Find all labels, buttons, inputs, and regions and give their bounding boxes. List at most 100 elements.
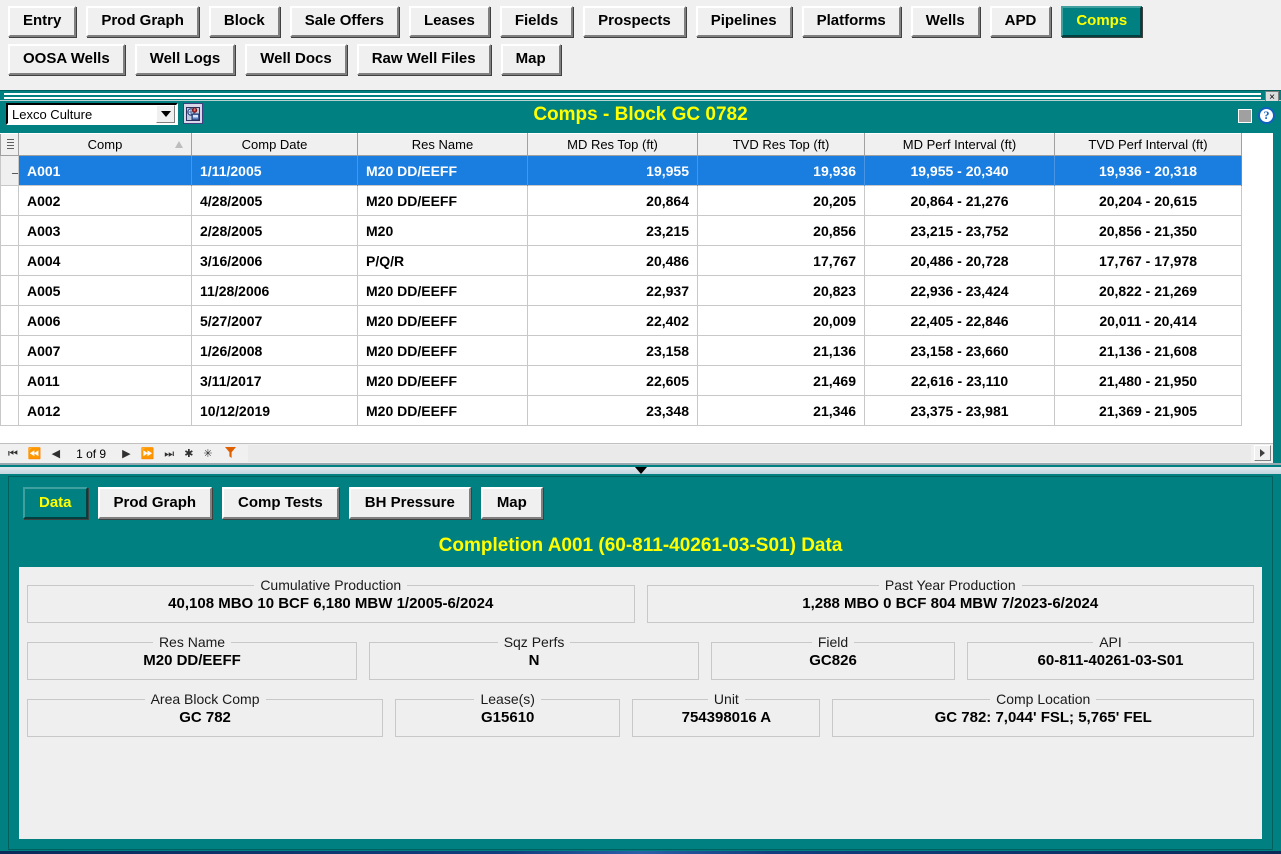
row-marker[interactable] (0, 305, 19, 336)
grid-column-header-res-name[interactable]: Res Name (357, 133, 528, 156)
cell-md-res-top: 23,158 (527, 335, 698, 366)
nav-button-well-docs[interactable]: Well Docs (245, 43, 347, 75)
field-value: M20 DD/EEFF (143, 652, 241, 669)
field-label: Sqz Perfs (503, 634, 565, 650)
tab-label: Map (496, 494, 527, 511)
cell-res-name: M20 DD/EEFF (357, 305, 528, 336)
table-row[interactable]: A007 1/26/2008 M20 DD/EEFF 23,158 21,136 23,1… (0, 335, 1242, 366)
prev-record-icon[interactable]: ◀ (48, 445, 64, 463)
nav-button-prospects[interactable]: Prospects (583, 6, 686, 37)
cell-res-name: M20 DD/EEFF (357, 155, 528, 186)
cell-res-name: M20 DD/EEFF (357, 275, 528, 306)
cell-comp-date: 10/12/2019 (191, 395, 358, 426)
add-record-icon[interactable]: ✱ (180, 445, 197, 463)
first-record-icon[interactable]: ⏮ (4, 445, 22, 463)
completion-detail-panel: Data Prod Graph Comp Tests BH Pressure Map C… (8, 476, 1273, 850)
nav-button-oosa-wells[interactable]: OOSA Wells (8, 43, 125, 75)
table-row[interactable]: A012 10/12/2019 M20 DD/EEFF 23,348 21,346 23,… (0, 395, 1242, 426)
toolbar-button-label: Prospects (598, 12, 671, 29)
row-marker[interactable] (0, 335, 19, 366)
title-bar-rib-line-1 (4, 93, 1261, 95)
table-row[interactable]: A011 3/11/2017 M20 DD/EEFF 22,605 21,469 22,6… (0, 365, 1242, 396)
nav-button-wells[interactable]: Wells (910, 6, 980, 37)
row-marker[interactable] (0, 245, 19, 276)
tab-data[interactable]: Data (23, 487, 88, 519)
table-row[interactable]: →A0011/11/2005M20 DD/EEFF19,95519,93619,… (0, 155, 1242, 186)
grid-column-header-label: TVD Res Top (ft) (732, 137, 830, 152)
nav-button-platforms[interactable]: Platforms (801, 6, 901, 37)
grid-select-all-header[interactable] (0, 133, 19, 156)
nav-button-raw-well-files[interactable]: Raw Well Files (356, 43, 491, 75)
row-marker[interactable] (0, 275, 19, 306)
cell-tvd-res-top: 20,205 (697, 185, 865, 216)
grid-body: →A0011/11/2005M20 DD/EEFF19,95519,93619,… (0, 155, 1242, 426)
nav-button-leases[interactable]: Leases (408, 6, 490, 37)
table-row[interactable]: A005 11/28/2006 M20 DD/EEFF 22,937 20,823 22,… (0, 275, 1242, 306)
nav-button-sale-offers[interactable]: Sale Offers (289, 6, 399, 37)
detail-field-row-3: Area Block Comp GC 782 Lease(s) G15610 Unit 7… (27, 691, 1254, 737)
field-label: Past Year Production (884, 577, 1016, 593)
grid-column-header-label: MD Res Top (ft) (567, 137, 658, 152)
table-row[interactable]: A002 4/28/2005 M20 DD/EEFF 20,864 20,205 20,8… (0, 185, 1242, 216)
cell-comp-date: 3/11/2017 (191, 365, 358, 396)
panel-splitter[interactable] (0, 463, 1281, 476)
add-record-alt-icon[interactable]: ✳ (199, 445, 216, 463)
cell-res-name: M20 DD/EEFF (357, 335, 528, 366)
horizontal-scrollbar-track[interactable] (248, 445, 1251, 462)
nav-button-block[interactable]: Block (208, 6, 280, 37)
cell-md-res-top: 20,486 (527, 245, 698, 276)
help-icon[interactable]: ? (1258, 107, 1275, 124)
row-marker[interactable] (0, 365, 19, 396)
filter-icon[interactable] (219, 446, 242, 462)
tab-map[interactable]: Map (480, 487, 543, 519)
grid-column-header-md-perf-interval-ft-[interactable]: MD Perf Interval (ft) (864, 133, 1055, 156)
nav-button-apd[interactable]: APD (989, 6, 1052, 37)
cell-tvd-res-top: 19,936 (697, 155, 865, 186)
next-page-icon[interactable]: ⏩ (137, 445, 159, 463)
tab-label: Comp Tests (238, 494, 323, 511)
nav-button-map[interactable]: Map (500, 43, 561, 75)
cell-comp: A012 (18, 395, 192, 426)
cell-md-res-top: 23,215 (527, 215, 698, 246)
nav-button-comps[interactable]: Comps (1061, 6, 1143, 37)
cell-comp: A005 (18, 275, 192, 306)
window-header: Lexco Culture ? Comps - Block GC 0782 ? (0, 101, 1281, 133)
grid-column-header-comp[interactable]: Comp (18, 133, 192, 156)
cell-md-perf-interval: 19,955 - 20,340 (864, 155, 1055, 186)
cell-md-res-top: 20,864 (527, 185, 698, 216)
last-record-icon[interactable]: ⏭ (160, 445, 178, 463)
row-marker[interactable] (0, 185, 19, 216)
cell-res-name: M20 DD/EEFF (357, 185, 528, 216)
chevron-down-icon-splitter[interactable] (634, 467, 647, 474)
row-marker[interactable]: → (0, 155, 19, 186)
grid-column-header-comp-date[interactable]: Comp Date (191, 133, 358, 156)
toolbar-button-label: Entry (23, 12, 62, 29)
tab-comp-tests[interactable]: Comp Tests (222, 487, 339, 519)
nav-button-entry[interactable]: Entry (8, 6, 77, 37)
prev-page-icon[interactable]: ⏪ (24, 445, 46, 463)
nav-button-pipelines[interactable]: Pipelines (695, 6, 792, 37)
nav-button-well-logs[interactable]: Well Logs (134, 43, 236, 75)
table-row[interactable]: A006 5/27/2007 M20 DD/EEFF 22,402 20,009 22,4… (0, 305, 1242, 336)
scroll-left-button[interactable] (1254, 445, 1271, 461)
next-record-icon[interactable]: ▶ (118, 445, 134, 463)
field-comp-location: Comp Location GC 782: 7,044' FSL; 5,765' … (832, 691, 1254, 737)
toolbar-button-label: APD (1004, 12, 1037, 29)
field-cumulative-production: Cumulative Production 40,108 MBO 10 BCF 6… (27, 577, 635, 623)
table-row[interactable]: A004 3/16/2006 P/Q/R 20,486 17,767 20,486 - 2… (0, 245, 1242, 276)
record-position-label: 1 of 9 (76, 446, 107, 461)
nav-button-prod-graph[interactable]: Prod Graph (86, 6, 199, 37)
detail-field-row-2: Res Name M20 DD/EEFF Sqz Perfs N Field GC826 A… (27, 634, 1254, 680)
table-row[interactable]: A003 2/28/2005 M20 23,215 20,856 23,215 - 23,… (0, 215, 1242, 246)
grid-column-header-md-res-top-ft-[interactable]: MD Res Top (ft) (527, 133, 698, 156)
nav-button-fields[interactable]: Fields (499, 6, 574, 37)
grid-column-header-tvd-perf-interval-ft-[interactable]: TVD Perf Interval (ft) (1054, 133, 1242, 156)
row-marker[interactable] (0, 215, 19, 246)
grip-icon (7, 139, 14, 150)
row-marker[interactable] (0, 395, 19, 426)
grid-column-header-tvd-res-top-ft-[interactable]: TVD Res Top (ft) (697, 133, 865, 156)
cell-tvd-perf-interval: 20,204 - 20,615 (1054, 185, 1242, 216)
maximize-restore-button[interactable] (1238, 108, 1252, 123)
tab-prod-graph[interactable]: Prod Graph (97, 487, 213, 519)
tab-bh-pressure[interactable]: BH Pressure (348, 487, 471, 519)
